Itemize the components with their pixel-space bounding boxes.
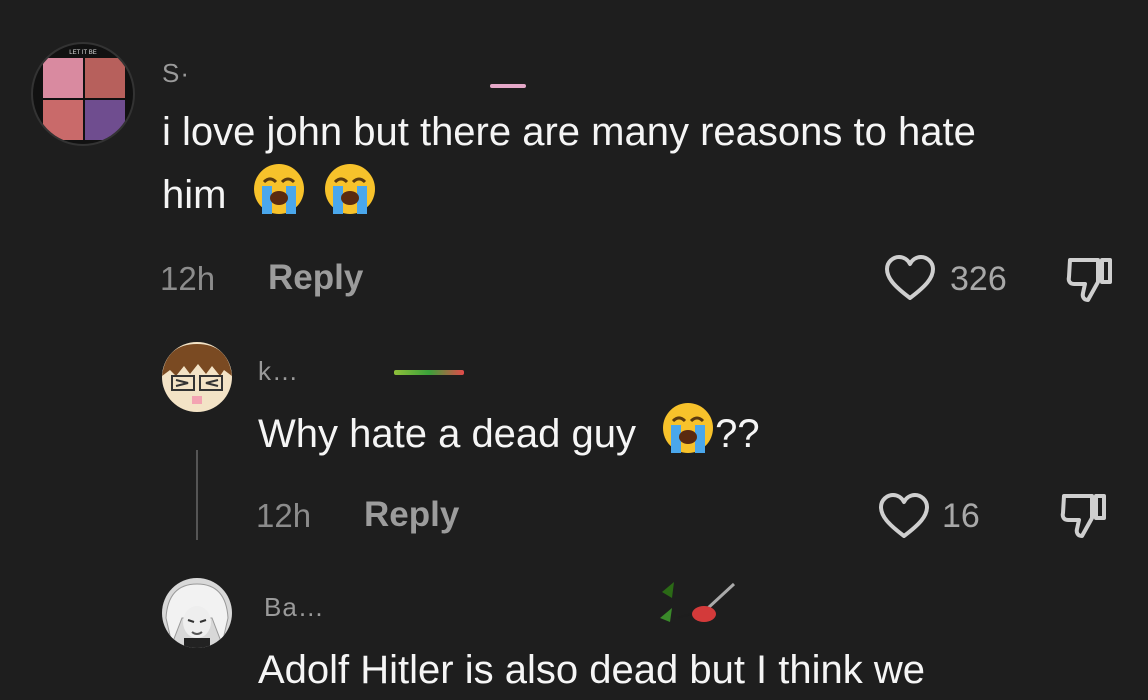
comment-username[interactable]: S·: [162, 60, 190, 86]
comment-username[interactable]: Ba…: [264, 594, 325, 620]
comment-time: 12h: [256, 497, 312, 534]
username-decoration: [490, 84, 526, 88]
like-count: 16: [942, 497, 980, 535]
avatar-face-icon: [162, 344, 232, 404]
guitar-icon: [642, 578, 742, 633]
reply-text-suffix: ??: [715, 412, 760, 457]
reply-username[interactable]: k…: [258, 358, 299, 384]
comment-text: Adolf Hitler is also dead but I think we: [258, 648, 926, 692]
like-button[interactable]: [878, 492, 930, 545]
comment-text: i love john but there are many reasons t…: [162, 102, 976, 233]
dislike-button[interactable]: [1064, 254, 1116, 309]
heart-outline-icon: [879, 493, 929, 538]
loudly-crying-face-icon: [252, 162, 306, 233]
like-button[interactable]: [884, 254, 936, 307]
comment-text-line-2-text: him: [162, 173, 227, 218]
reply-text: Why hate a dead guy ??: [258, 401, 760, 472]
like-count: 326: [950, 260, 1007, 298]
comment-text-line-2: him: [162, 162, 976, 233]
reply-button[interactable]: Reply: [364, 495, 459, 535]
dislike-button[interactable]: [1058, 490, 1110, 545]
comment-text-line-1: i love john but there are many reasons t…: [162, 110, 976, 154]
username-decoration: [394, 370, 464, 375]
avatar[interactable]: [162, 342, 232, 412]
thread-line: [196, 450, 198, 540]
reply-text-body: Why hate a dead guy: [258, 412, 637, 457]
avatar[interactable]: [162, 578, 232, 648]
avatar[interactable]: LET IT BE: [31, 42, 135, 146]
thumbs-down-icon: [1066, 258, 1112, 302]
avatar-face-icon: [165, 583, 229, 648]
thumbs-down-icon: [1060, 494, 1106, 538]
avatar-caption: LET IT BE: [69, 50, 97, 56]
loudly-crying-face-icon: [661, 401, 715, 472]
reply-button[interactable]: Reply: [268, 258, 363, 298]
heart-outline-icon: [885, 255, 935, 300]
comment-time: 12h: [160, 260, 216, 297]
loudly-crying-face-icon: [323, 162, 377, 233]
